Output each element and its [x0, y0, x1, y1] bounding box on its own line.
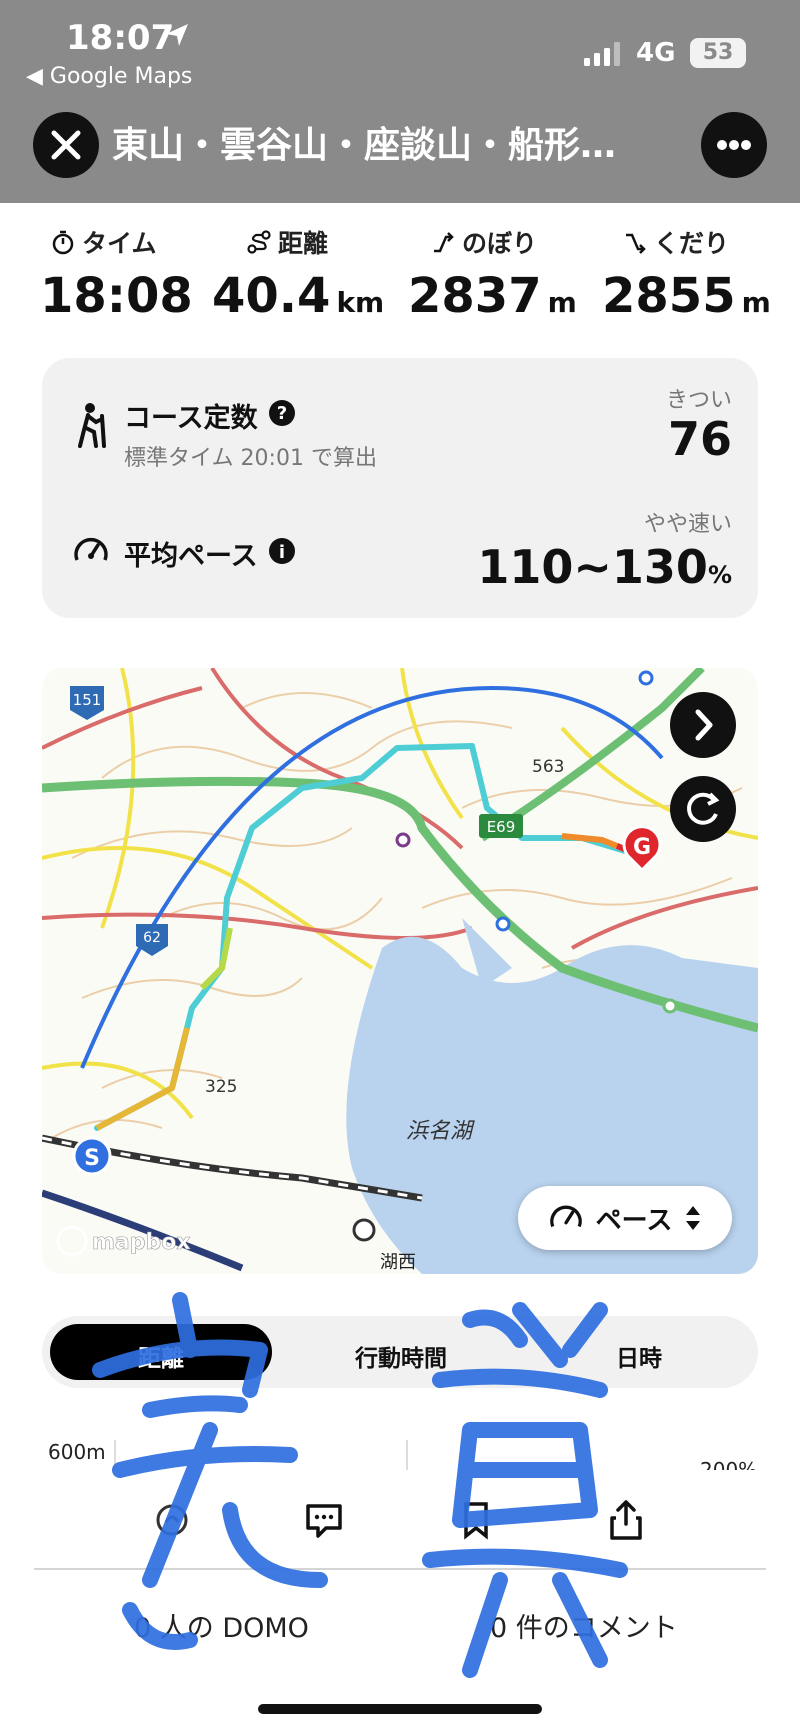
hiker-icon: [78, 403, 106, 448]
svg-text:E69: E69: [487, 818, 516, 836]
page-title: 東山・雲谷山・座談山・船形…: [112, 125, 617, 166]
route-map[interactable]: 151 62 E69 563 325 浜名湖 湖西 S G mapbox: [42, 668, 758, 1274]
svg-text:S: S: [84, 1146, 100, 1171]
svg-text:?: ?: [277, 403, 287, 424]
bottom-action-bar: [0, 1470, 800, 1730]
stat-label-text: くだり: [654, 229, 730, 258]
svg-text:G: G: [633, 835, 651, 860]
lake-label: 浜名湖: [406, 1119, 475, 1144]
svg-text:mapbox: mapbox: [92, 1230, 191, 1255]
domo-count[interactable]: 0 人の DOMO: [134, 1606, 309, 1645]
comment-count[interactable]: 0 件のコメント: [490, 1606, 678, 1645]
peak-325-label: 325: [205, 1077, 237, 1097]
route-62-shield: 62: [136, 924, 168, 956]
mapbox-logo: mapbox: [56, 1225, 191, 1257]
stat-ascent-label: のぼり: [430, 224, 537, 260]
network-type: 4G: [636, 38, 676, 68]
speedometer-icon: [549, 1205, 582, 1228]
pace-toggle-label: ペース: [595, 1205, 673, 1236]
pace-toggle-button[interactable]: ペース: [518, 1186, 732, 1250]
pace-rating: やや速い: [643, 512, 732, 537]
svg-text:62: 62: [143, 930, 161, 946]
battery-indicator: 53: [690, 38, 746, 68]
stat-descent-value: 2855 m: [602, 268, 771, 324]
stat-label-text: 距離: [278, 229, 329, 258]
e69-badge: E69: [479, 814, 523, 838]
stat-descent-label: くだり: [622, 224, 729, 260]
more-icon: [717, 140, 751, 150]
stat-label-text: のぼり: [462, 229, 538, 258]
stat-time-value: 18:08: [40, 268, 193, 324]
course-constant-title: コース定数: [124, 403, 258, 434]
svg-text:i: i: [279, 542, 285, 563]
svg-text:湖西: 湖西: [380, 1252, 416, 1273]
goal-pin[interactable]: G: [622, 825, 662, 873]
tab-datetime[interactable]: 日時: [528, 1339, 750, 1373]
main-roads: [42, 668, 758, 950]
bottom-divider: [34, 1568, 766, 1570]
route-icon: [247, 230, 271, 254]
signal-icon: [584, 42, 620, 66]
stat-distance-label: 距離: [246, 224, 328, 260]
location-arrow-icon: [166, 24, 188, 46]
map-recenter-button[interactable]: [670, 776, 736, 842]
chart-y-label-left: 600m: [48, 1440, 106, 1464]
svg-text:151: 151: [73, 691, 102, 709]
status-time: 18:07: [66, 18, 175, 58]
route-151-shield: 151: [70, 686, 104, 720]
stat-distance-value: 40.4 km: [212, 268, 385, 324]
domo-icon[interactable]: [152, 1500, 192, 1540]
start-pin[interactable]: S: [72, 1136, 112, 1176]
pace-value: 110~130%: [477, 540, 732, 594]
share-icon[interactable]: [606, 1498, 646, 1542]
stat-ascent-value: 2837 m: [408, 268, 577, 324]
tab-moving-time[interactable]: 行動時間: [290, 1339, 512, 1373]
tab-distance[interactable]: 距離: [50, 1339, 272, 1373]
back-to-app-link[interactable]: ◀ Google Maps: [26, 64, 192, 89]
home-indicator[interactable]: [258, 1704, 542, 1714]
bookmark-icon[interactable]: [456, 1500, 496, 1540]
average-pace-title: 平均ペース: [124, 541, 258, 572]
descent-icon: [626, 233, 646, 254]
stopwatch-icon: [52, 230, 74, 255]
info-icon[interactable]: i: [268, 537, 296, 565]
map-canvas: 151 62 E69 563 325 浜名湖 湖西 S G mapbox: [42, 668, 758, 1274]
stat-time-label: タイム: [50, 224, 157, 260]
close-icon: [51, 130, 81, 160]
sort-arrows-icon: [686, 1206, 701, 1230]
map-expand-button[interactable]: [670, 692, 736, 758]
close-button[interactable]: [33, 112, 99, 178]
stat-label-text: タイム: [82, 229, 157, 258]
course-constant-value: 76: [667, 412, 732, 466]
course-constant-subtitle: 標準タイム 20:01 で算出: [124, 446, 377, 471]
ascent-icon: [434, 232, 454, 253]
chart-axis-line: [114, 1440, 116, 1474]
difficulty-label: きつい: [665, 388, 732, 413]
comment-icon[interactable]: [304, 1500, 344, 1540]
recenter-icon: [687, 792, 720, 825]
help-icon[interactable]: ?: [268, 399, 296, 427]
more-button[interactable]: [701, 112, 767, 178]
speedometer-icon: [74, 537, 108, 561]
chart-axis-line: [406, 1440, 408, 1474]
chevron-right-icon: [695, 709, 713, 741]
peak-563-label: 563: [532, 757, 564, 777]
